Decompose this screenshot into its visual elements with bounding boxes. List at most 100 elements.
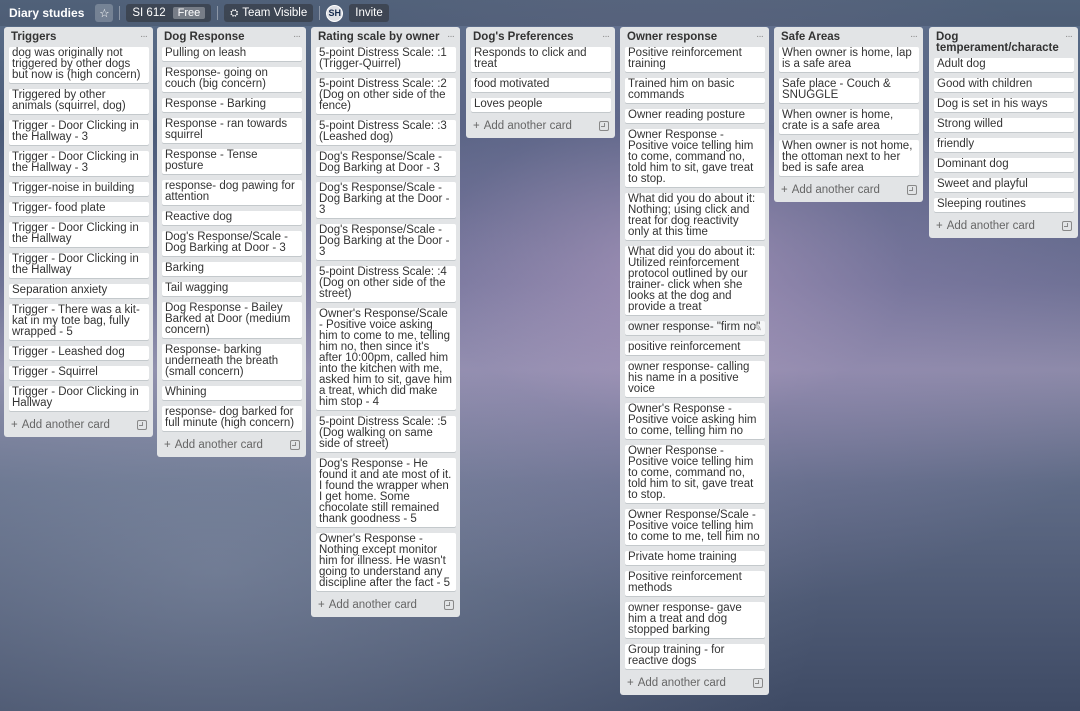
- list-card[interactable]: Strong willed: [934, 118, 1074, 132]
- list-card[interactable]: Sleeping routines: [934, 198, 1074, 212]
- list-card[interactable]: Dog's Response - He found it and ate mos…: [316, 458, 456, 527]
- card-template-icon[interactable]: [753, 678, 763, 688]
- list-title[interactable]: Safe Areas: [781, 31, 840, 43]
- list-card[interactable]: Trigger - Door Clicking in the Hallway: [9, 222, 149, 247]
- list-card[interactable]: response- dog pawing for attention: [162, 180, 302, 205]
- add-card-control[interactable]: + Add another card: [627, 677, 726, 689]
- list-card[interactable]: friendly: [934, 138, 1074, 152]
- list-menu-icon[interactable]: ···: [1065, 31, 1073, 42]
- list-card[interactable]: Owner Response - Positive voice telling …: [625, 445, 765, 503]
- board-title[interactable]: Diary studies: [4, 3, 89, 23]
- list-card[interactable]: Response - Barking: [162, 98, 302, 112]
- add-card-control[interactable]: + Add another card: [936, 220, 1035, 232]
- card-template-icon[interactable]: [137, 420, 147, 430]
- list-card[interactable]: 5-point Distress Scale: :5 (Dog walking …: [316, 416, 456, 452]
- add-card-control[interactable]: + Add another card: [781, 184, 880, 196]
- list-card[interactable]: Dog's Response/Scale - Dog Barking at Do…: [316, 151, 456, 176]
- list-title[interactable]: Dog's Preferences: [473, 31, 574, 43]
- list-card[interactable]: Barking: [162, 262, 302, 276]
- list-title[interactable]: Owner response: [627, 31, 717, 43]
- pencil-icon[interactable]: ✎: [754, 323, 762, 334]
- list-card[interactable]: Tail wagging: [162, 282, 302, 296]
- list-title[interactable]: Dog Response: [164, 31, 245, 43]
- list-card[interactable]: Owner's Response - Nothing except monito…: [316, 533, 456, 591]
- list-title[interactable]: Rating scale by owner: [318, 31, 439, 43]
- list-card[interactable]: Positive reinforcement methods: [625, 571, 765, 596]
- list-card[interactable]: Owner's Response - Positive voice asking…: [625, 403, 765, 439]
- list-card[interactable]: Trigger - Door Clicking in the Hallway: [9, 253, 149, 278]
- add-card-button[interactable]: + Add another card: [934, 218, 1074, 232]
- list-card[interactable]: Whining: [162, 386, 302, 400]
- list-title[interactable]: Dog temperament/characte: [936, 31, 1065, 54]
- list-card[interactable]: Owner reading posture: [625, 109, 765, 123]
- avatar[interactable]: SH: [326, 4, 344, 22]
- list-card[interactable]: response- dog barked for full minute (hi…: [162, 406, 302, 431]
- list-card[interactable]: Good with children: [934, 78, 1074, 92]
- list-card[interactable]: Adult dog: [934, 58, 1074, 72]
- list-card[interactable]: Sweet and playful: [934, 178, 1074, 192]
- list-card[interactable]: Trigger - Door Clicking in the Hallway -…: [9, 120, 149, 145]
- invite-button[interactable]: Invite: [349, 4, 389, 22]
- list-card[interactable]: 5-point Distress Scale: :4 (Dog on other…: [316, 266, 456, 302]
- list-card[interactable]: Trained him on basic commands: [625, 78, 765, 103]
- list-menu-icon[interactable]: ···: [602, 31, 610, 42]
- list-card[interactable]: dog was originally not triggered by othe…: [9, 47, 149, 83]
- list-card[interactable]: Trigger-noise in building: [9, 182, 149, 196]
- list-menu-icon[interactable]: ···: [910, 31, 918, 42]
- list-card[interactable]: 5-point Distress Scale: :3 (Leashed dog): [316, 120, 456, 145]
- list-card[interactable]: Loves people: [471, 98, 611, 112]
- list-card[interactable]: Dog's Response/Scale - Dog Barking at th…: [316, 182, 456, 218]
- list-card[interactable]: Trigger - Leashed dog: [9, 346, 149, 360]
- add-card-button[interactable]: + Add another card: [779, 182, 919, 196]
- list-card[interactable]: What did you do about it: Nothing; using…: [625, 193, 765, 240]
- visibility-button[interactable]: ⛭ Team Visible: [224, 4, 314, 22]
- card-template-icon[interactable]: [444, 600, 454, 610]
- list-card[interactable]: Dominant dog: [934, 158, 1074, 172]
- list-card[interactable]: Trigger - Door Clicking in Hallway: [9, 386, 149, 411]
- list-card[interactable]: Trigger - Door Clicking in the Hallway -…: [9, 151, 149, 176]
- list-card[interactable]: Group training - for reactive dogs: [625, 644, 765, 669]
- list-card[interactable]: Positive reinforcement training: [625, 47, 765, 72]
- workspace-button[interactable]: SI 612 Free: [126, 4, 212, 22]
- list-menu-icon[interactable]: ···: [756, 31, 764, 42]
- list-menu-icon[interactable]: ···: [447, 31, 455, 42]
- add-card-button[interactable]: + Add another card: [316, 597, 456, 611]
- list-card[interactable]: food motivated: [471, 78, 611, 92]
- list-card[interactable]: owner response- gave him a treat and dog…: [625, 602, 765, 638]
- list-card[interactable]: When owner is home, lap is a safe area: [779, 47, 919, 72]
- list-card[interactable]: Owner Response - Positive voice telling …: [625, 129, 765, 187]
- list-card[interactable]: 5-point Distress Scale: :1 (Trigger-Quir…: [316, 47, 456, 72]
- list-card[interactable]: Trigger- food plate: [9, 202, 149, 216]
- list-card[interactable]: Pulling on leash: [162, 47, 302, 61]
- add-card-control[interactable]: + Add another card: [164, 439, 263, 451]
- list-title[interactable]: Triggers: [11, 31, 56, 43]
- list-card[interactable]: owner response- calling his name in a po…: [625, 361, 765, 397]
- list-card[interactable]: Dog is set in his ways: [934, 98, 1074, 112]
- list-card[interactable]: What did you do about it: Utilized reinf…: [625, 246, 765, 315]
- list-card[interactable]: When owner is not home, the ottoman next…: [779, 140, 919, 176]
- list-card[interactable]: Safe place - Couch & SNUGGLE: [779, 78, 919, 103]
- list-card[interactable]: Responds to click and treat: [471, 47, 611, 72]
- list-menu-icon[interactable]: ···: [293, 31, 301, 42]
- list-card[interactable]: 5-point Distress Scale: :2 (Dog on other…: [316, 78, 456, 114]
- list-card[interactable]: Trigger - Squirrel: [9, 366, 149, 380]
- add-card-control[interactable]: + Add another card: [318, 599, 417, 611]
- list-menu-icon[interactable]: ···: [140, 31, 148, 42]
- list-card[interactable]: Response - Tense posture: [162, 149, 302, 174]
- list-card[interactable]: Trigger - There was a kit-kat in my tote…: [9, 304, 149, 340]
- list-card[interactable]: owner response- "firm no" ✎: [625, 321, 765, 335]
- list-card[interactable]: Response- barking underneath the breath …: [162, 344, 302, 380]
- card-template-icon[interactable]: [290, 440, 300, 450]
- add-card-button[interactable]: + Add another card: [162, 437, 302, 451]
- card-template-icon[interactable]: [599, 121, 609, 131]
- add-card-button[interactable]: + Add another card: [9, 417, 149, 431]
- list-card[interactable]: Response - ran towards squirrel: [162, 118, 302, 143]
- add-card-button[interactable]: + Add another card: [471, 118, 611, 132]
- list-card[interactable]: Owner Response/Scale - Positive voice te…: [625, 509, 765, 545]
- add-card-control[interactable]: + Add another card: [11, 419, 110, 431]
- list-card[interactable]: Triggered by other animals (squirrel, do…: [9, 89, 149, 114]
- list-card[interactable]: Dog Response - Bailey Barked at Door (me…: [162, 302, 302, 338]
- list-card[interactable]: Dog's Response/Scale - Dog Barking at th…: [316, 224, 456, 260]
- list-card[interactable]: Dog's Response/Scale - Dog Barking at Do…: [162, 231, 302, 256]
- list-card[interactable]: positive reinforcement: [625, 341, 765, 355]
